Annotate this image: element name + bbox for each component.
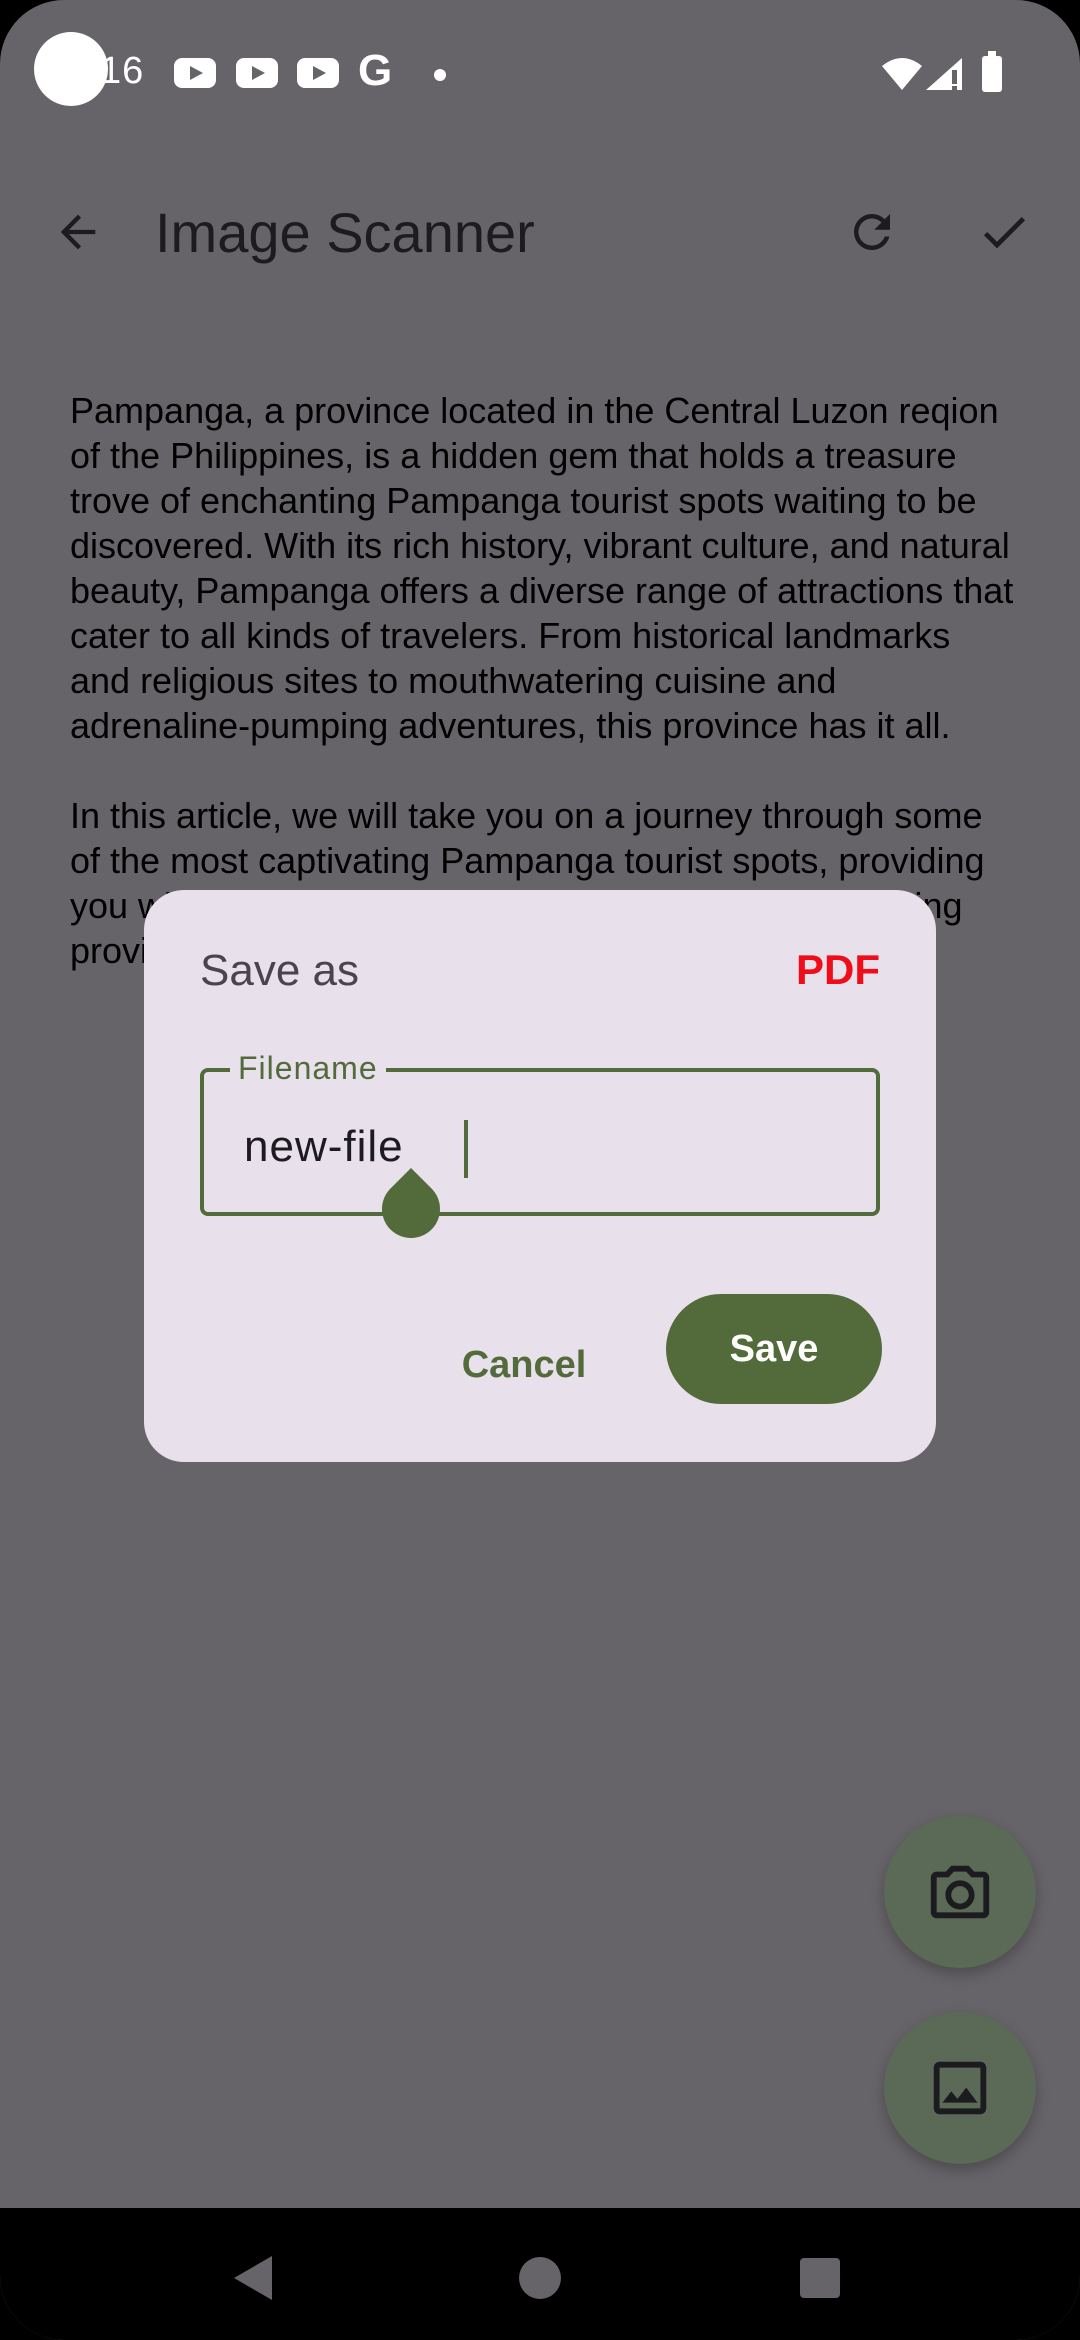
filename-label: Filename bbox=[230, 1050, 386, 1087]
wifi-icon bbox=[882, 58, 922, 90]
camera-cutout bbox=[34, 32, 108, 106]
refresh-icon bbox=[854, 214, 890, 250]
article-paragraph: Pampanga, a province located in the Cent… bbox=[70, 390, 1014, 746]
confirm-button[interactable] bbox=[966, 194, 1042, 270]
camera-icon bbox=[930, 1865, 990, 1919]
format-selector[interactable]: PDF bbox=[796, 946, 880, 994]
status-time: 16 bbox=[100, 50, 145, 92]
check-icon bbox=[983, 217, 1025, 249]
signal-icon bbox=[926, 58, 962, 90]
youtube-icon bbox=[297, 58, 339, 88]
text-cursor bbox=[464, 1120, 468, 1178]
dot-icon bbox=[434, 69, 446, 81]
google-icon: G bbox=[358, 46, 393, 95]
navigation-bar bbox=[0, 2208, 1080, 2340]
save-button[interactable]: Save bbox=[666, 1294, 882, 1404]
nav-recents-icon[interactable] bbox=[800, 2258, 840, 2298]
nav-back-icon[interactable] bbox=[232, 2254, 274, 2302]
screen: 16 G Image Scanner Pampanga, a province … bbox=[0, 0, 1080, 2340]
back-button[interactable] bbox=[40, 194, 116, 270]
dialog-title: Save as bbox=[200, 946, 359, 995]
gallery-fab[interactable] bbox=[884, 2012, 1036, 2164]
arrow-back-icon bbox=[60, 214, 96, 250]
cancel-button[interactable]: Cancel bbox=[444, 1310, 604, 1420]
app-bar: Image Scanner bbox=[0, 170, 1080, 300]
status-bar: 16 G bbox=[0, 0, 1080, 150]
camera-fab[interactable] bbox=[884, 1816, 1036, 1968]
battery-icon bbox=[982, 51, 1002, 92]
filename-input[interactable]: new-file bbox=[244, 1122, 404, 1172]
save-as-dialog: Save as PDF Filename new-file Cancel Sav… bbox=[144, 890, 936, 1462]
filename-field[interactable]: Filename new-file bbox=[200, 1050, 880, 1216]
image-icon bbox=[933, 2061, 987, 2115]
app-title: Image Scanner bbox=[155, 201, 535, 264]
youtube-icon bbox=[236, 58, 278, 88]
youtube-icon bbox=[174, 58, 216, 88]
nav-home-icon[interactable] bbox=[519, 2257, 561, 2299]
refresh-button[interactable] bbox=[834, 194, 910, 270]
